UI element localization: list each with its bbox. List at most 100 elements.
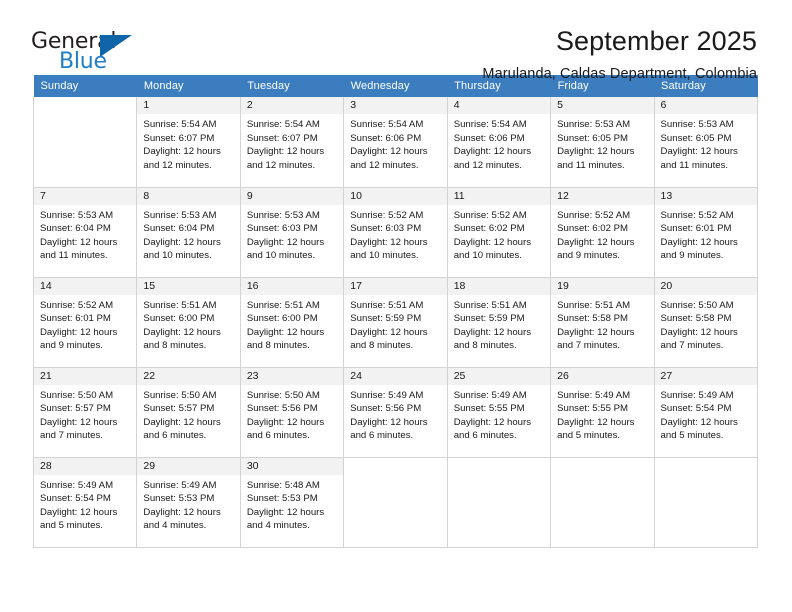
day-number: 11 <box>447 187 551 205</box>
sunset-text: Sunset: 6:06 PM <box>350 132 422 144</box>
day-details: Sunrise: 5:53 AM Sunset: 6:03 PM Daylight:… <box>241 205 343 263</box>
sunset-text: Sunset: 5:53 PM <box>143 493 215 505</box>
calendar-day-cell[interactable]: 29 Sunrise: 5:49 AM Sunset: 5:53 PM Dayligh… <box>136 457 241 548</box>
daylight-text: Daylight: 12 hours and 5 minutes. <box>660 416 738 442</box>
sunrise-text: Sunrise: 5:50 AM <box>40 389 114 401</box>
calendar-day-cell[interactable]: 17 Sunrise: 5:51 AM Sunset: 5:59 PM Dayligh… <box>343 277 448 368</box>
daylight-text: Daylight: 12 hours and 4 minutes. <box>143 506 221 532</box>
daylight-text: Daylight: 12 hours and 10 minutes. <box>453 236 532 262</box>
sunrise-text: Sunrise: 5:50 AM <box>143 389 217 401</box>
calendar-week-row: 1 Sunrise: 5:54 AM Sunset: 6:07 PM Daylight… <box>32 97 759 188</box>
calendar-day-cell[interactable]: 3 Sunrise: 5:54 AM Sunset: 6:06 PM Daylight… <box>343 97 448 188</box>
sunset-text: Sunset: 5:59 PM <box>453 313 525 325</box>
weekday-header-wednesday: Wednesday <box>343 75 448 97</box>
calendar-day-cell[interactable]: 5 Sunrise: 5:53 AM Sunset: 6:05 PM Daylight… <box>550 97 655 188</box>
calendar-day-cell[interactable]: 26 Sunrise: 5:49 AM Sunset: 5:55 PM Dayligh… <box>550 367 655 458</box>
weekday-header-tuesday: Tuesday <box>240 75 344 97</box>
calendar-day-cell[interactable]: 25 Sunrise: 5:49 AM Sunset: 5:55 PM Dayligh… <box>446 367 552 458</box>
calendar-cell-empty <box>343 457 448 548</box>
daylight-text: Daylight: 12 hours and 6 minutes. <box>143 416 221 442</box>
general-blue-logo[interactable]: General Blue <box>31 26 151 76</box>
calendar-day-cell[interactable]: 1 Sunrise: 5:54 AM Sunset: 6:07 PM Daylight… <box>136 97 241 188</box>
sunset-text: Sunset: 6:07 PM <box>246 132 318 144</box>
calendar-day-cell[interactable]: 22 Sunrise: 5:50 AM Sunset: 5:57 PM Dayligh… <box>136 367 241 458</box>
sunrise-text: Sunrise: 5:54 AM <box>453 119 527 130</box>
calendar-day-cell[interactable]: 27 Sunrise: 5:49 AM Sunset: 5:54 PM Dayligh… <box>653 367 759 458</box>
calendar-day-cell[interactable]: 13 Sunrise: 5:52 AM Sunset: 6:01 PM Dayligh… <box>653 187 759 278</box>
sunrise-text: Sunrise: 5:49 AM <box>143 479 217 491</box>
sunset-text: Sunset: 6:01 PM <box>660 223 732 235</box>
calendar-cell-empty <box>653 457 759 548</box>
sunrise-text: Sunrise: 5:49 AM <box>40 479 114 491</box>
calendar-day-cell[interactable]: 30 Sunrise: 5:48 AM Sunset: 5:53 PM Dayligh… <box>239 457 345 548</box>
daylight-text: Daylight: 12 hours and 5 minutes. <box>40 506 118 532</box>
calendar-day-cell[interactable]: 28 Sunrise: 5:49 AM Sunset: 5:54 PM Dayligh… <box>32 457 138 548</box>
page-header: General Blue September 2025 Marulanda, C… <box>0 0 792 82</box>
calendar-day-cell[interactable]: 4 Sunrise: 5:54 AM Sunset: 6:06 PM Daylight… <box>446 97 552 188</box>
calendar-week-row: 14 Sunrise: 5:52 AM Sunset: 6:01 PM Dayligh… <box>32 277 759 368</box>
calendar-day-cell[interactable]: 23 Sunrise: 5:50 AM Sunset: 5:56 PM Dayligh… <box>239 367 345 458</box>
daylight-text: Daylight: 12 hours and 10 minutes. <box>350 236 428 262</box>
weekday-header-monday: Monday <box>136 75 241 97</box>
day-details: Sunrise: 5:49 AM Sunset: 5:55 PM Daylight:… <box>551 385 653 443</box>
day-details: Sunrise: 5:52 AM Sunset: 6:02 PM Daylight:… <box>448 205 550 263</box>
day-number: 8 <box>137 187 240 205</box>
day-number: 17 <box>344 277 447 295</box>
sunset-text: Sunset: 5:56 PM <box>246 403 318 415</box>
day-details: Sunrise: 5:52 AM Sunset: 6:01 PM Daylight:… <box>655 205 757 263</box>
calendar-day-cell[interactable]: 19 Sunrise: 5:51 AM Sunset: 5:58 PM Dayligh… <box>550 277 655 368</box>
sunrise-text: Sunrise: 5:50 AM <box>246 389 320 401</box>
sunset-text: Sunset: 6:05 PM <box>660 132 732 144</box>
daylight-text: Daylight: 12 hours and 6 minutes. <box>350 416 428 442</box>
day-details: Sunrise: 5:52 AM Sunset: 6:01 PM Daylight:… <box>34 295 136 353</box>
sunrise-text: Sunrise: 5:50 AM <box>660 299 734 311</box>
calendar-week-row: 28 Sunrise: 5:49 AM Sunset: 5:54 PM Dayligh… <box>32 457 759 548</box>
sunset-text: Sunset: 5:58 PM <box>660 313 732 325</box>
sunset-text: Sunset: 5:55 PM <box>453 403 525 415</box>
day-details: Sunrise: 5:50 AM Sunset: 5:57 PM Daylight:… <box>137 385 239 443</box>
calendar-page: General Blue September 2025 Marulanda, C… <box>0 0 792 612</box>
calendar-day-cell[interactable]: 15 Sunrise: 5:51 AM Sunset: 6:00 PM Dayligh… <box>136 277 241 368</box>
day-details: Sunrise: 5:48 AM Sunset: 5:53 PM Daylight:… <box>241 475 343 533</box>
calendar-container: Sunday Monday Tuesday Wednesday Thursday… <box>32 75 759 548</box>
day-number: 9 <box>240 187 344 205</box>
calendar-day-cell[interactable]: 24 Sunrise: 5:49 AM Sunset: 5:56 PM Dayligh… <box>343 367 448 458</box>
calendar-day-cell[interactable]: 2 Sunrise: 5:54 AM Sunset: 6:07 PM Daylight… <box>239 97 345 188</box>
calendar-day-cell[interactable]: 20 Sunrise: 5:50 AM Sunset: 5:58 PM Dayligh… <box>653 277 759 368</box>
calendar-day-cell[interactable]: 12 Sunrise: 5:52 AM Sunset: 6:02 PM Dayligh… <box>550 187 655 278</box>
day-number: 15 <box>137 277 240 295</box>
day-number: 7 <box>34 187 137 205</box>
sunset-text: Sunset: 5:53 PM <box>246 493 318 505</box>
daylight-text: Daylight: 12 hours and 10 minutes. <box>143 236 221 262</box>
calendar-day-cell[interactable]: 10 Sunrise: 5:52 AM Sunset: 6:03 PM Dayligh… <box>343 187 448 278</box>
calendar-day-cell[interactable]: 11 Sunrise: 5:52 AM Sunset: 6:02 PM Dayligh… <box>446 187 552 278</box>
sunset-text: Sunset: 6:02 PM <box>453 223 525 235</box>
day-number: 27 <box>654 367 757 385</box>
calendar-week-row: 7 Sunrise: 5:53 AM Sunset: 6:04 PM Daylight… <box>32 187 759 278</box>
sunset-text: Sunset: 6:02 PM <box>557 223 629 235</box>
sunrise-text: Sunrise: 5:52 AM <box>453 209 527 221</box>
day-details: Sunrise: 5:50 AM Sunset: 5:57 PM Daylight:… <box>34 385 136 443</box>
calendar-day-cell[interactable]: 8 Sunrise: 5:53 AM Sunset: 6:04 PM Daylight… <box>136 187 241 278</box>
day-details: Sunrise: 5:53 AM Sunset: 6:04 PM Daylight:… <box>137 205 239 263</box>
day-details: Sunrise: 5:51 AM Sunset: 6:00 PM Daylight:… <box>241 295 343 353</box>
calendar-day-cell[interactable]: 21 Sunrise: 5:50 AM Sunset: 5:57 PM Dayligh… <box>32 367 138 458</box>
sunrise-text: Sunrise: 5:52 AM <box>350 209 424 221</box>
sunrise-text: Sunrise: 5:51 AM <box>453 299 527 311</box>
calendar-day-cell[interactable]: 14 Sunrise: 5:52 AM Sunset: 6:01 PM Dayligh… <box>32 277 138 368</box>
day-number: 10 <box>344 187 447 205</box>
day-details: Sunrise: 5:51 AM Sunset: 6:00 PM Daylight:… <box>137 295 239 353</box>
day-details: Sunrise: 5:53 AM Sunset: 6:05 PM Daylight:… <box>655 114 757 172</box>
day-number: 16 <box>240 277 344 295</box>
day-number: 26 <box>551 367 654 385</box>
calendar-day-cell[interactable]: 18 Sunrise: 5:51 AM Sunset: 5:59 PM Dayligh… <box>446 277 552 368</box>
sunrise-text: Sunrise: 5:53 AM <box>143 209 217 221</box>
day-details: Sunrise: 5:51 AM Sunset: 5:59 PM Daylight:… <box>344 295 446 353</box>
calendar-day-cell[interactable]: 7 Sunrise: 5:53 AM Sunset: 6:04 PM Daylight… <box>32 187 138 278</box>
day-number: 4 <box>447 97 551 114</box>
calendar-day-cell[interactable]: 9 Sunrise: 5:53 AM Sunset: 6:03 PM Daylight… <box>239 187 345 278</box>
sunrise-text: Sunrise: 5:49 AM <box>453 389 527 401</box>
calendar-day-cell[interactable]: 16 Sunrise: 5:51 AM Sunset: 6:00 PM Dayligh… <box>239 277 345 368</box>
daylight-text: Daylight: 12 hours and 12 minutes. <box>453 146 532 171</box>
calendar-day-cell[interactable]: 6 Sunrise: 5:53 AM Sunset: 6:05 PM Daylight… <box>653 97 759 188</box>
